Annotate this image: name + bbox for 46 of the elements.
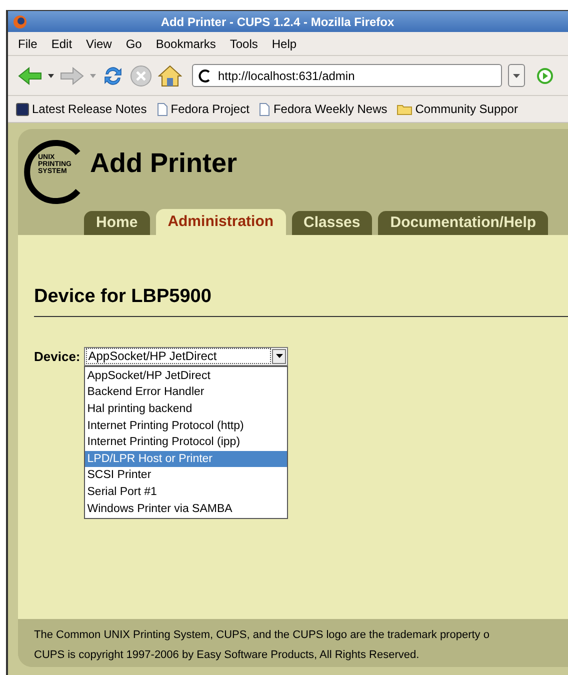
stop-icon[interactable] <box>130 64 152 86</box>
nav-tab[interactable]: Documentation/Help <box>378 211 548 235</box>
menu-item[interactable]: Go <box>126 34 142 52</box>
page-icon <box>259 102 270 116</box>
nav-tab[interactable]: Home <box>84 211 150 235</box>
site-icon <box>198 68 212 82</box>
menu-item[interactable]: Help <box>272 34 297 52</box>
field-label: Device: <box>34 348 80 366</box>
nav-tab[interactable]: Classes <box>292 211 372 235</box>
reload-icon[interactable] <box>102 64 124 86</box>
folder-icon <box>397 103 412 115</box>
dropdown-caret-icon[interactable] <box>48 74 54 78</box>
caret-icon <box>513 74 520 78</box>
menu-item[interactable]: Bookmarks <box>156 34 216 52</box>
bookmark-link[interactable]: Fedora Weekly News <box>273 100 388 118</box>
history-dropdown-button[interactable] <box>508 64 525 87</box>
dropdown-option[interactable]: Serial Port #1 <box>85 484 288 500</box>
bookmark-link[interactable]: Latest Release Notes <box>32 100 147 118</box>
dropdown-option[interactable]: AppSocket/HP JetDirect <box>85 368 288 384</box>
dropdown-option[interactable]: Hal printing backend <box>85 400 288 418</box>
page-icon <box>156 102 168 116</box>
home-icon[interactable] <box>158 64 182 86</box>
dropdown-arrow-button[interactable] <box>272 348 286 364</box>
menu-item[interactable]: Tools <box>230 34 258 52</box>
back-icon[interactable] <box>18 66 42 84</box>
menu-item[interactable]: File <box>18 34 38 52</box>
bookmark-logo-icon <box>16 102 29 116</box>
dropdown-option[interactable]: Internet Printing Protocol (http) <box>85 418 288 434</box>
browser-logo-icon <box>13 14 27 28</box>
window-title: Add Printer - CUPS 1.2.4 - Mozilla Firefox <box>160 14 396 30</box>
forward-icon[interactable] <box>60 66 84 84</box>
bookmark-link[interactable]: Community Suppor <box>415 100 518 118</box>
dropdown-option[interactable]: LPD/LPR Host or Printer <box>85 450 288 468</box>
dropdown-option[interactable]: Internet Printing Protocol (ipp) <box>85 434 288 451</box>
go-icon[interactable] <box>537 68 553 84</box>
dropdown-option[interactable]: SCSI Printer <box>85 467 288 484</box>
dropdown-option[interactable]: Backend Error Handler <box>85 384 288 401</box>
address-field[interactable]: http://localhost:631/admin <box>192 64 502 87</box>
section-heading: Device for LBP5900 <box>34 286 212 307</box>
menu-item[interactable]: View <box>86 34 112 52</box>
menu-item[interactable]: Edit <box>51 34 72 52</box>
caret-icon <box>276 354 283 358</box>
bookmark-link[interactable]: Fedora Project <box>170 100 250 118</box>
page-title: Add Printer <box>90 147 238 180</box>
nav-tab[interactable]: Administration <box>156 209 286 235</box>
dropdown-option[interactable]: Windows Printer via SAMBA <box>85 500 288 518</box>
